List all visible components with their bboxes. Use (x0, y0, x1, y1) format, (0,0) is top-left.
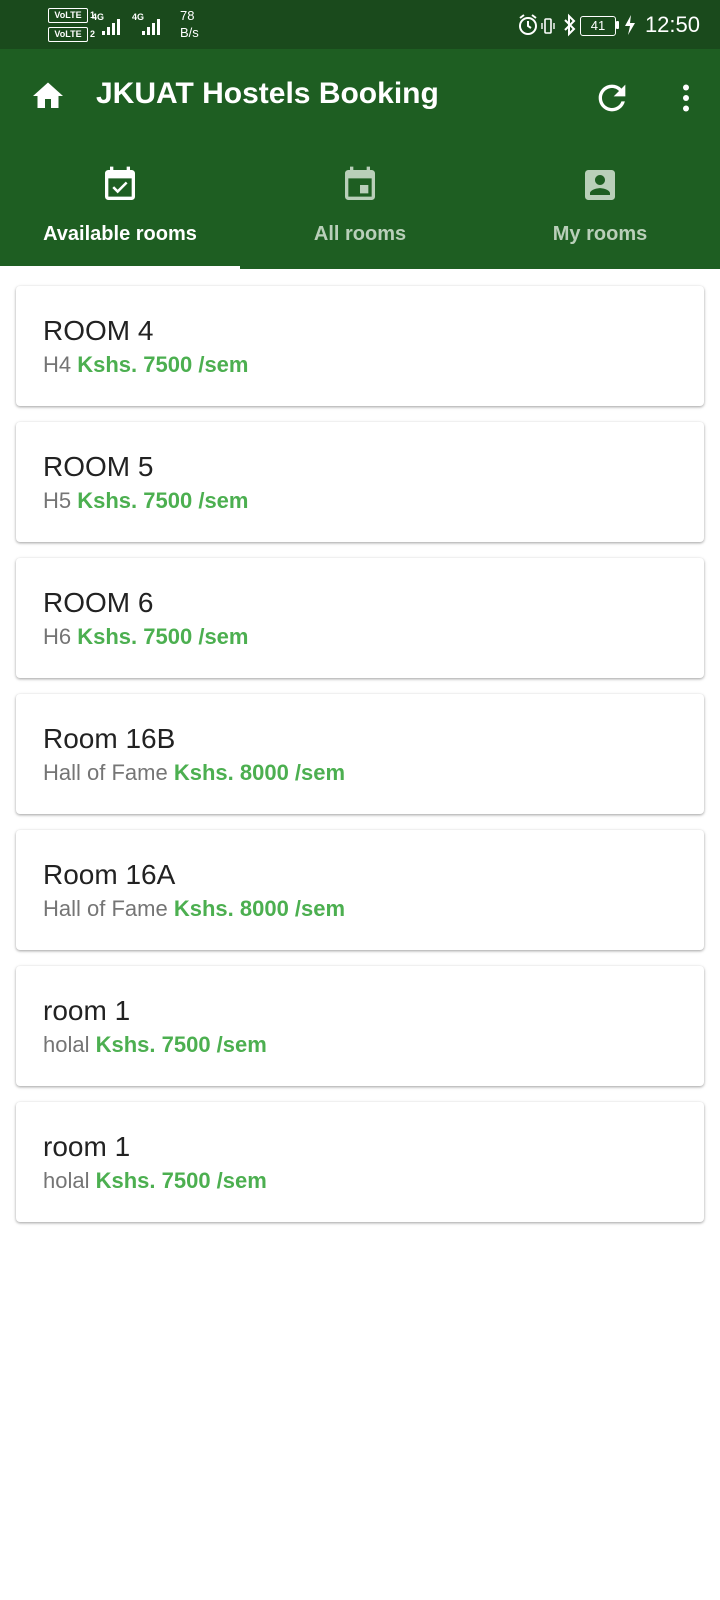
room-price: Kshs. 7500 /sem (77, 352, 249, 377)
room-price: Kshs. 7500 /sem (95, 1168, 267, 1193)
room-price: Kshs. 8000 /sem (173, 896, 346, 921)
overflow-menu-button[interactable] (668, 78, 704, 118)
room-price: Kshs. 7500 /sem (77, 488, 249, 513)
room-price: Kshs. 8000 /sem (173, 760, 346, 785)
room-name: room 1 (43, 995, 131, 1026)
status-bar: VoLTE VoLTE 1 2 4G 4G 78 B/s 41 12:50 (0, 0, 720, 49)
room-hostel: H6 (43, 624, 72, 649)
room-details: Hall of Fame Kshs. 8000 /sem (43, 896, 345, 922)
network-speed: 78 B/s (180, 7, 199, 41)
room-details: H4 Kshs. 7500 /sem (43, 352, 248, 378)
app-bar: JKUAT Hostels Booking Available rooms Al… (0, 49, 720, 269)
vibrate-icon (541, 18, 555, 34)
volte-badge: VoLTE (48, 27, 88, 42)
home-icon (33, 82, 63, 108)
room-name: Room 16B (43, 723, 176, 754)
speed-value: 78 (180, 8, 195, 23)
room-details: H6 Kshs. 7500 /sem (43, 624, 248, 650)
tab-available-rooms[interactable]: Available rooms (0, 159, 240, 269)
room-card[interactable]: ROOM 6 H6 Kshs. 7500 /sem (16, 558, 704, 678)
account-box-icon (585, 170, 615, 200)
room-details: Hall of Fame Kshs. 8000 /sem (43, 760, 345, 786)
room-name: ROOM 4 (43, 315, 154, 346)
more-vert-icon (683, 84, 689, 112)
sim-number: 2 (90, 29, 96, 39)
room-hostel: H5 (43, 488, 72, 513)
room-card[interactable]: ROOM 4 H4 Kshs. 7500 /sem (16, 286, 704, 406)
room-card[interactable]: Room 16B Hall of Fame Kshs. 8000 /sem (16, 694, 704, 814)
room-hostel: holal (43, 1032, 90, 1057)
room-price: Kshs. 7500 /sem (77, 624, 249, 649)
tab-label: All rooms (313, 223, 407, 245)
room-card[interactable]: Room 16A Hall of Fame Kshs. 8000 /sem (16, 830, 704, 950)
tab-indicator (0, 266, 240, 270)
volte-badge: VoLTE (48, 8, 88, 23)
tab-label: Available rooms (43, 223, 197, 245)
battery-icon (616, 21, 619, 29)
room-hostel: Hall of Fame (43, 896, 168, 921)
calendar-today-icon (345, 166, 375, 200)
tab-all-rooms[interactable]: All rooms (240, 159, 480, 269)
clock: 12:50 (644, 12, 700, 37)
speed-unit: B/s (180, 25, 199, 40)
alarm-icon (519, 14, 537, 35)
bluetooth-icon (564, 13, 576, 37)
room-hostel: holal (43, 1168, 90, 1193)
room-details: holal Kshs. 7500 /sem (43, 1168, 267, 1194)
room-list[interactable]: ROOM 4 H4 Kshs. 7500 /sem ROOM 5 H5 Kshs… (16, 286, 704, 1238)
room-name: ROOM 6 (43, 587, 154, 618)
app-title: JKUAT Hostels Booking (96, 77, 439, 110)
charging-icon (625, 15, 635, 35)
room-details: H5 Kshs. 7500 /sem (43, 488, 248, 514)
room-hostel: Hall of Fame (43, 760, 168, 785)
room-card[interactable]: room 1 holal Kshs. 7500 /sem (16, 966, 704, 1086)
room-price: Kshs. 7500 /sem (95, 1032, 267, 1057)
room-name: room 1 (43, 1131, 131, 1162)
refresh-icon (598, 84, 626, 112)
battery-level: 41 (580, 16, 616, 36)
calendar-check-icon (105, 166, 135, 200)
tab-label: My rooms (552, 223, 648, 245)
room-card[interactable]: ROOM 5 H5 Kshs. 7500 /sem (16, 422, 704, 542)
home-button[interactable] (30, 78, 66, 114)
room-card[interactable]: room 1 holal Kshs. 7500 /sem (16, 1102, 704, 1222)
room-hostel: H4 (43, 352, 72, 377)
refresh-button[interactable] (592, 78, 632, 118)
room-details: holal Kshs. 7500 /sem (43, 1032, 267, 1058)
room-name: ROOM 5 (43, 451, 154, 482)
room-name: Room 16A (43, 859, 176, 890)
tab-my-rooms[interactable]: My rooms (480, 159, 720, 269)
